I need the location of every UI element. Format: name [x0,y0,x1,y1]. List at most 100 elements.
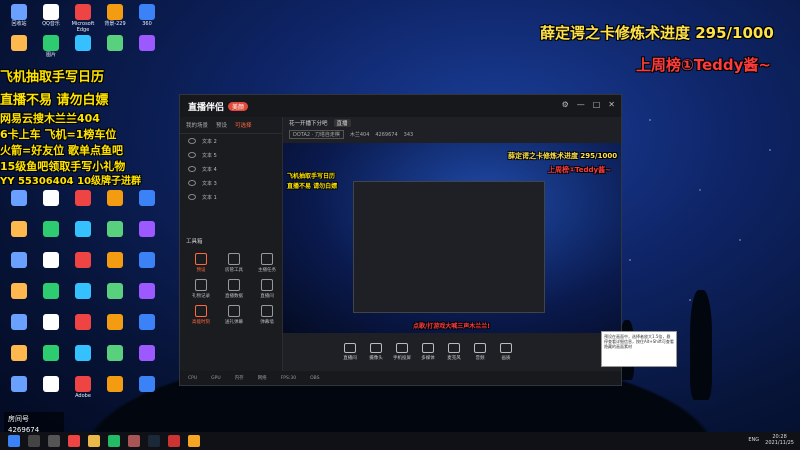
desktop-icon[interactable] [132,314,162,331]
desktop-icon[interactable] [100,252,130,269]
notice-line: 直播不易 请勿白嫖 [0,93,109,108]
desktop-icon[interactable] [100,345,130,362]
desktop-icon[interactable] [132,283,162,300]
stream-tag[interactable]: 直播 [333,119,351,127]
minimize-icon[interactable]: — [577,100,585,109]
desktop-icon[interactable] [100,314,130,331]
settings-icon[interactable]: ⚙ [562,100,569,109]
desktop-icon[interactable]: 360 [132,4,162,27]
search-icon[interactable] [28,435,40,447]
tab-presets[interactable]: 预设 [216,121,227,129]
desktop-icon[interactable] [36,221,66,238]
desktop-icon[interactable]: Microsoft Edge [68,4,98,33]
tool-button[interactable]: 高能时刻 [186,302,216,325]
desktop-icon[interactable] [36,252,66,269]
desktop-icon[interactable] [68,221,98,238]
desktop-icon[interactable] [100,221,130,238]
desktop-icon[interactable] [132,345,162,362]
desktop-icon[interactable] [132,35,162,52]
desktop-icon[interactable] [4,314,34,331]
steam-icon[interactable] [148,435,160,447]
stream-title[interactable]: 花一开播下分吧 [289,119,328,127]
source-item[interactable]: 文本 4 [180,162,282,176]
language-indicator[interactable]: ENG [748,437,759,443]
desktop-icon[interactable]: 图片 [36,35,66,58]
desktop-icon[interactable]: Adobe [68,376,98,399]
tool-button[interactable]: 直播数据 [219,276,249,299]
desktop-icon[interactable] [100,35,130,52]
desktop-icon[interactable] [36,376,66,393]
app-icon [139,190,155,206]
taskview-icon[interactable] [48,435,60,447]
maximize-icon[interactable]: □ [593,100,601,109]
desktop-icon[interactable]: 回收站 [4,4,34,27]
desktop-icon[interactable] [4,376,34,393]
chrome-icon[interactable] [68,435,80,447]
tool-button[interactable]: 主播任务 [252,250,282,273]
source-item[interactable]: 文本 1 [180,190,282,204]
folder-icon[interactable] [88,435,100,447]
desktop-icon[interactable] [36,314,66,331]
tool-button[interactable]: 预设 [186,250,216,273]
eye-icon[interactable] [188,166,196,172]
media-button[interactable]: 多媒体 [417,343,439,361]
eye-icon[interactable] [188,138,196,144]
desktop-icon[interactable] [100,283,130,300]
tool-button[interactable]: 直播间 [252,276,282,299]
desktop-icon[interactable] [4,190,34,207]
desktop-icon[interactable] [4,283,34,300]
desktop-icon[interactable] [4,35,34,52]
close-icon[interactable]: ✕ [608,100,615,109]
start-icon[interactable] [8,435,20,447]
app-icon [107,314,123,330]
streaming-app-icon[interactable] [188,435,200,447]
quality-button[interactable]: 画质 [495,343,517,361]
clock[interactable]: 20:28 2021/11/25 [765,434,794,446]
stream-preview[interactable]: 薛定谔之卡修炼术进度 295/1000 上周榜①Teddy酱~ 飞机抽取手写日历… [283,143,621,333]
app-icon[interactable] [168,435,180,447]
audio-button[interactable]: 音频 [469,343,491,361]
desktop-icon[interactable] [4,252,34,269]
desktop-icon[interactable] [68,314,98,331]
desktop-icon[interactable] [4,221,34,238]
desktop-icon[interactable] [68,283,98,300]
tool-button[interactable]: 弹幕墙 [252,302,282,325]
desktop-icon[interactable] [4,345,34,362]
game-category[interactable]: DOTA2 · 刀塔自走棋 [289,130,344,139]
desktop-icon[interactable] [100,376,130,393]
eye-icon[interactable] [188,194,196,200]
tab-selectable[interactable]: 可选择 [235,121,252,129]
eye-icon[interactable] [188,180,196,186]
desktop-icon[interactable] [100,190,130,207]
mic-button[interactable]: 麦克风 [443,343,465,361]
toolbox-grid: 预设 房管工具 主播任务 礼物记录 直播数据 直播间 高能时刻 送礼弹幕 弹幕墙 [180,248,282,327]
tab-scenes[interactable]: 我的场景 [186,121,208,129]
desktop-icon[interactable] [68,252,98,269]
tool-button[interactable]: 房管工具 [219,250,249,273]
camera-button[interactable]: 摄像头 [365,343,387,361]
desktop-icon[interactable]: 背景-229 [100,4,130,27]
desktop-icon[interactable] [68,345,98,362]
version-badge[interactable]: 美颜 [228,101,249,111]
desktop-icon[interactable] [36,190,66,207]
live-room-button[interactable]: 直播间 [339,343,361,361]
tool-button[interactable]: 礼物记录 [186,276,216,299]
desktop-icon[interactable] [132,376,162,393]
desktop-icon[interactable] [68,190,98,207]
desktop-icon[interactable] [36,283,66,300]
preview-weekly-rank: 上周榜①Teddy酱~ [548,166,611,174]
desktop-icon[interactable] [132,221,162,238]
desktop-icon[interactable] [132,252,162,269]
app-icon[interactable] [128,435,140,447]
phone-cast-button[interactable]: 手机投屏 [391,343,413,361]
desktop-icon[interactable]: QQ音乐 [36,4,66,27]
source-item[interactable]: 文本 2 [180,134,282,148]
desktop-icon[interactable] [132,190,162,207]
app-icon[interactable] [108,435,120,447]
source-item[interactable]: 文本 5 [180,148,282,162]
source-item[interactable]: 文本 3 [180,176,282,190]
eye-icon[interactable] [188,152,196,158]
tool-button[interactable]: 送礼弹幕 [219,302,249,325]
desktop-icon[interactable] [68,35,98,52]
desktop-icon[interactable] [36,345,66,362]
